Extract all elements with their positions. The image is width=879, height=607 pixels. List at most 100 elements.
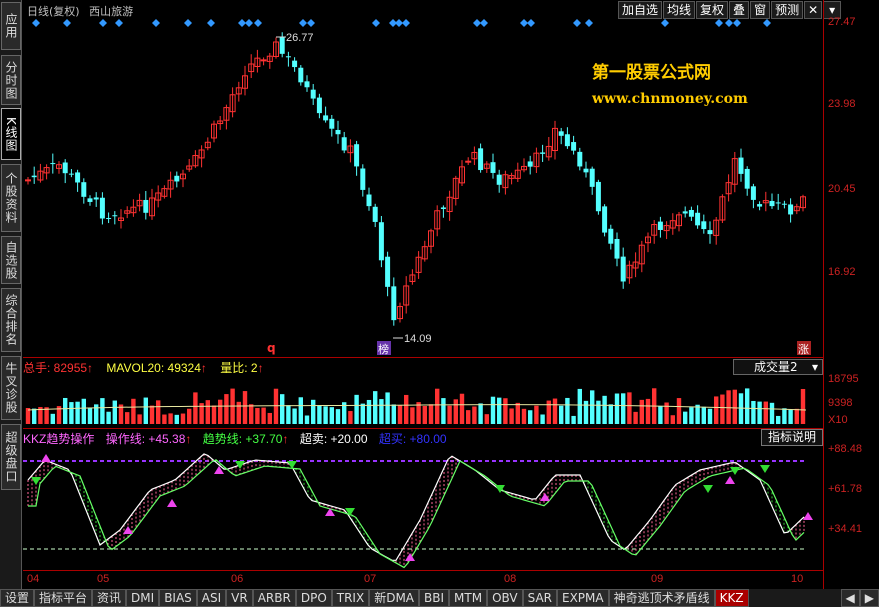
tab-new-dma[interactable]: 新DMA — [369, 589, 420, 607]
candle-body — [99, 197, 105, 219]
volume-bar — [131, 398, 136, 424]
watermark-title: 第一股票公式网 — [592, 63, 711, 83]
volume-bar — [546, 400, 551, 424]
tab-trix[interactable]: TRIX — [331, 589, 370, 607]
tab-asi[interactable]: ASI — [196, 589, 227, 607]
volume-bar — [323, 406, 328, 424]
tab-sar[interactable]: SAR — [522, 589, 557, 607]
volume-bar — [676, 398, 682, 424]
volume-bar — [94, 404, 99, 424]
candle-body — [304, 81, 310, 88]
sell-signal-icon — [703, 485, 713, 493]
tab-settings[interactable]: 设置 — [0, 589, 35, 607]
volume-bar — [788, 409, 793, 424]
signal-diamond-icon — [395, 19, 403, 27]
volume-bar — [267, 412, 272, 424]
volume-bar — [695, 404, 700, 424]
candle-body — [440, 207, 446, 210]
buy-signal-icon — [41, 454, 51, 462]
candle-body — [602, 206, 608, 233]
candle-body — [25, 179, 31, 182]
volume-bar — [397, 405, 403, 424]
volume-bar — [639, 399, 644, 424]
volume-bar — [162, 414, 167, 424]
candle-body — [707, 230, 713, 235]
volume-bar — [515, 402, 520, 424]
tab-bbi[interactable]: BBI — [419, 589, 450, 607]
buy-signal-icon — [167, 499, 177, 507]
tab-indicator-platform[interactable]: 指标平台 — [34, 589, 93, 607]
candle-body — [595, 181, 601, 212]
tab-arbr[interactable]: ARBR — [252, 589, 296, 607]
month-tick: 05 — [97, 573, 110, 585]
tab-kkz[interactable]: KKZ — [714, 589, 749, 607]
price-tick: 16.92 — [828, 266, 856, 278]
candle-body — [744, 168, 750, 189]
volume-bar — [521, 408, 527, 424]
tab-mtm[interactable]: MTM — [449, 589, 488, 607]
month-tick: 07 — [364, 573, 377, 585]
candle-body — [540, 152, 546, 154]
candle-body — [614, 238, 620, 259]
signal-diamond-icon — [661, 19, 669, 27]
tab-dpo[interactable]: DPO — [295, 589, 332, 607]
tab-escape-top[interactable]: 神奇逃顶术矛盾线 — [608, 589, 715, 607]
indicator-title: KKZ趋势操作 — [23, 432, 95, 446]
volume-bar — [738, 393, 744, 424]
tab-next-icon[interactable]: ▶ — [859, 589, 879, 607]
volume-bar — [75, 401, 80, 424]
overbought-label: 超买: +80.00 — [378, 432, 447, 446]
candle-body — [750, 186, 756, 200]
volume-bar — [552, 398, 558, 424]
volume-bar — [69, 402, 74, 424]
volume-bar — [348, 411, 353, 424]
candle-body — [31, 175, 37, 178]
volume-bar — [391, 404, 396, 424]
candle-body — [260, 59, 267, 62]
tab-bias[interactable]: BIAS — [159, 589, 197, 607]
tab-prev-icon[interactable]: ◀ — [840, 589, 860, 607]
volume-bar — [509, 408, 514, 424]
marker-bang: 榜 — [378, 342, 389, 356]
indicator-header: KKZ趋势操作 操作线: +45.38↑ 趋势线: +37.70↑ 超卖: +2… — [23, 432, 447, 446]
volume-bar — [354, 394, 359, 424]
volume-bar — [453, 399, 458, 424]
indicator-help-button[interactable]: 指标说明 — [761, 429, 823, 446]
volume-bar — [701, 406, 706, 424]
tab-obv[interactable]: OBV — [487, 589, 523, 607]
volume-bar — [385, 392, 390, 424]
signal-diamond-icon — [184, 19, 192, 27]
volume-bar — [683, 411, 688, 424]
watermark: 第一股票公式网 www.chnmoney.com — [592, 58, 748, 107]
volume-bar — [565, 397, 570, 424]
volume-bar — [50, 413, 55, 424]
candle-body — [354, 144, 360, 167]
candle-body — [571, 142, 577, 151]
tab-dmi[interactable]: DMI — [126, 589, 160, 607]
candle-body — [527, 161, 533, 167]
tab-news[interactable]: 资讯 — [92, 589, 127, 607]
candle-body — [75, 172, 81, 183]
price-tick: 27.47 — [828, 16, 856, 28]
candle-body — [323, 115, 329, 121]
candle-body — [583, 168, 589, 173]
tab-vr[interactable]: VR — [226, 589, 253, 607]
tab-expma[interactable]: EXPMA — [557, 589, 609, 607]
indicator-tick: +88.48 — [828, 443, 862, 455]
chevron-down-icon: ▾ — [811, 360, 818, 374]
volume-bar — [540, 414, 545, 424]
volume-bar — [335, 409, 341, 424]
volume-bar — [559, 405, 564, 424]
volume-bar — [180, 413, 186, 424]
marker-q: q — [267, 341, 276, 355]
signal-diamond-icon — [763, 19, 771, 27]
volume-bar — [106, 411, 111, 424]
candle-body — [695, 212, 701, 226]
signal-diamond-icon — [99, 19, 107, 27]
low-price-label: 14.09 — [404, 333, 432, 345]
volume-bar — [404, 394, 409, 424]
volume-bar — [658, 405, 663, 424]
candle-body — [589, 168, 595, 187]
volume-indicator-select[interactable]: 成交量2 ▾ — [733, 359, 823, 375]
mavol-label: MAVOL20: 49324 — [106, 361, 201, 375]
